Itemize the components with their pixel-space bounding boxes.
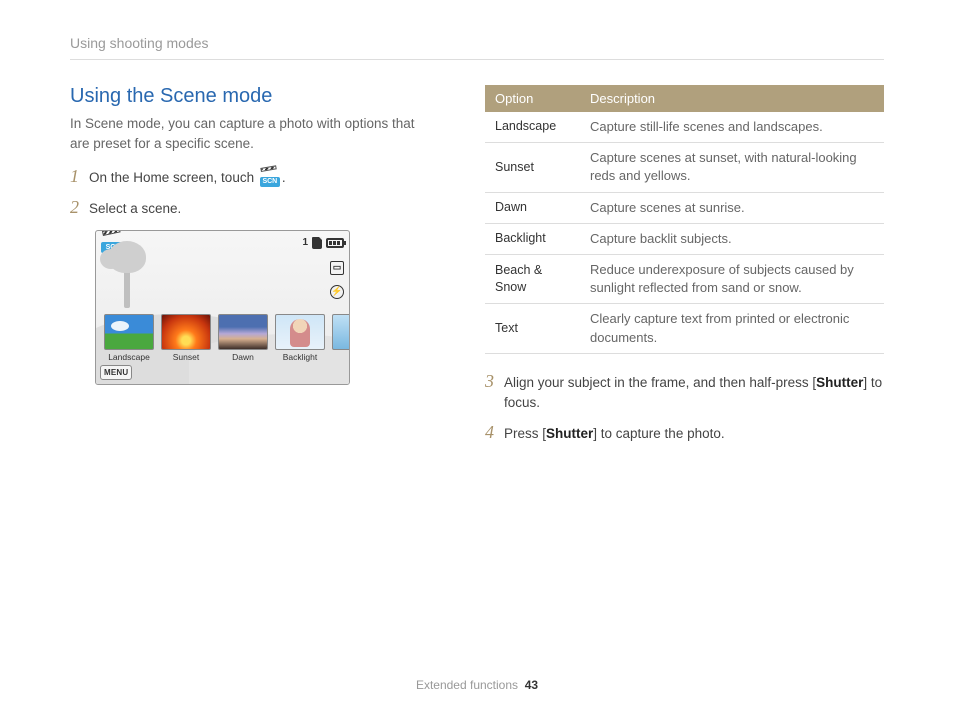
page-content: Using shooting modes Using the Scene mod… [0, 0, 954, 454]
table-row: Backlight Capture backlit subjects. [485, 223, 884, 254]
thumb-dawn: Dawn [218, 314, 268, 362]
dawn-thumb-icon [218, 314, 268, 350]
right-column: Option Description Landscape Capture sti… [485, 85, 884, 454]
step-1-text-b: . [282, 170, 286, 185]
shot-counter: 1 [302, 237, 308, 248]
options-table: Option Description Landscape Capture sti… [485, 85, 884, 354]
option-desc: Capture still-life scenes and landscapes… [580, 112, 884, 143]
backlight-thumb-icon [275, 314, 325, 350]
step-4: 4 Press [Shutter] to capture the photo. [485, 423, 884, 444]
table-row: Dawn Capture scenes at sunrise. [485, 192, 884, 223]
thumb-label: Landscape [104, 352, 154, 362]
camera-display-illustration: SCN 1 ▭ ⚡ [95, 230, 350, 385]
option-name: Sunset [485, 143, 580, 192]
page-number: 43 [525, 678, 538, 692]
table-header-description: Description [580, 85, 884, 112]
thumb-label: Backlight [275, 352, 325, 362]
battery-icon [326, 238, 344, 248]
step-number: 3 [485, 372, 494, 392]
footer-section: Extended functions [416, 678, 518, 692]
step-text: Press [Shutter] to capture the photo. [504, 423, 725, 444]
step-text: On the Home screen, touch SCN. [89, 167, 286, 188]
thumb-backlight: Backlight [275, 314, 325, 362]
image-size-icon: ▭ [330, 261, 344, 275]
display-side-icons: ▭ ⚡ [330, 261, 344, 299]
left-column: Using the Scene mode In Scene mode, you … [70, 85, 430, 454]
step-1-text-a: On the Home screen, touch [89, 170, 258, 185]
step-2: 2 Select a scene. [70, 198, 430, 219]
option-name: Dawn [485, 192, 580, 223]
option-desc: Capture scenes at sunrise. [580, 192, 884, 223]
flash-icon: ⚡ [330, 285, 344, 299]
breadcrumb: Using shooting modes [70, 35, 884, 60]
thumb-partial [332, 314, 350, 362]
intro-paragraph: In Scene mode, you can capture a photo w… [70, 114, 430, 153]
two-column-layout: Using the Scene mode In Scene mode, you … [70, 85, 884, 454]
partial-thumb-icon [332, 314, 350, 350]
menu-button: MENU [100, 365, 132, 380]
scene-mode-icon: SCN [260, 171, 280, 187]
step-text: Align your subject in the frame, and the… [504, 372, 884, 414]
scene-thumbnails: Landscape Sunset Dawn Backlight [104, 314, 329, 362]
table-row: Beach & Snow Reduce underexposure of sub… [485, 254, 884, 303]
thumb-label: Dawn [218, 352, 268, 362]
step-text: Select a scene. [89, 198, 181, 219]
option-name: Backlight [485, 223, 580, 254]
table-row: Text Clearly capture text from printed o… [485, 304, 884, 353]
option-desc: Reduce underexposure of subjects caused … [580, 254, 884, 303]
table-header-option: Option [485, 85, 580, 112]
table-row: Landscape Capture still-life scenes and … [485, 112, 884, 143]
option-name: Landscape [485, 112, 580, 143]
scn-label-inline: SCN [260, 177, 280, 187]
option-desc: Clearly capture text from printed or ele… [580, 304, 884, 353]
status-icons: 1 [302, 237, 344, 249]
thumb-landscape: Landscape [104, 314, 154, 362]
step-4-text-b: ] to capture the photo. [593, 426, 724, 441]
page-footer: Extended functions 43 [0, 678, 954, 692]
sunset-thumb-icon [161, 314, 211, 350]
step-number: 4 [485, 423, 494, 443]
thumb-sunset: Sunset [161, 314, 211, 362]
step-3: 3 Align your subject in the frame, and t… [485, 372, 884, 414]
option-desc: Capture scenes at sunset, with natural-l… [580, 143, 884, 192]
step-3-text-a: Align your subject in the frame, and the… [504, 375, 816, 390]
shutter-label: Shutter [816, 375, 863, 390]
step-4-text-a: Press [ [504, 426, 546, 441]
step-1: 1 On the Home screen, touch SCN. [70, 167, 430, 188]
step-number: 2 [70, 198, 79, 218]
section-heading: Using the Scene mode [70, 85, 430, 108]
shutter-label: Shutter [546, 426, 593, 441]
thumb-label: Sunset [161, 352, 211, 362]
table-row: Sunset Capture scenes at sunset, with na… [485, 143, 884, 192]
sd-card-icon [312, 237, 322, 249]
option-name: Beach & Snow [485, 254, 580, 303]
tree-graphic [108, 263, 130, 308]
landscape-thumb-icon [104, 314, 154, 350]
option-name: Text [485, 304, 580, 353]
step-number: 1 [70, 167, 79, 187]
option-desc: Capture backlit subjects. [580, 223, 884, 254]
